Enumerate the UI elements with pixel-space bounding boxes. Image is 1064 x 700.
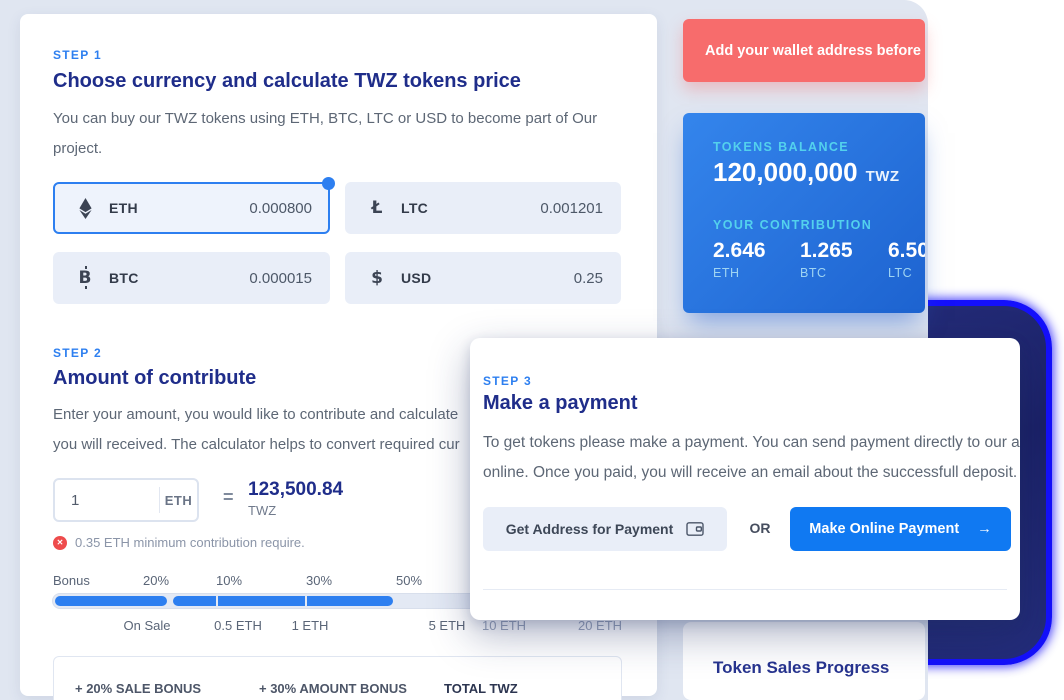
step3-title: Make a payment [483, 392, 638, 415]
eth-icon [74, 198, 96, 219]
get-address-button[interactable]: Get Address for Payment [483, 507, 727, 551]
equals-sign: = [223, 487, 234, 508]
bonus-percent-30: 30% [306, 573, 332, 588]
token-sales-progress-title: Token Sales Progress [713, 658, 889, 678]
step1-description-line1: You can buy our TWZ tokens using ETH, BT… [53, 110, 597, 127]
make-online-payment-label: Make Online Payment [809, 521, 959, 537]
wallet-icon [686, 521, 704, 537]
get-address-button-label: Get Address for Payment [506, 521, 674, 537]
bonus-percent-10: 10% [216, 573, 242, 588]
bonus-boundary-1eth: 1 ETH [292, 618, 329, 633]
bonus-boundary-5eth: 5 ETH [429, 618, 466, 633]
step2-label: STEP 2 [53, 346, 102, 360]
contribution-value: 1.265 [800, 239, 853, 263]
contribution-value: 2.646 [713, 239, 766, 263]
step2-title: Amount of contribute [53, 367, 256, 390]
bonus-percent-20: 20% [143, 573, 169, 588]
tokens-balance-value: 120,000,000 [713, 157, 858, 188]
your-contribution-label: YOUR CONTRIBUTION [713, 218, 872, 232]
conversion-result-value: 123,500.84 [248, 479, 343, 501]
amount-input[interactable] [55, 492, 159, 509]
contribution-eth: 2.646 ETH [713, 239, 766, 280]
currency-option-eth[interactable]: ETH 0.000800 [53, 182, 330, 234]
btc-icon: B [74, 268, 96, 288]
bonus-boundary-10eth: 10 ETH [482, 618, 526, 633]
contribution-value: 6.500 [888, 239, 925, 263]
currency-rate: 0.001201 [540, 200, 603, 217]
bonus-summary-box: + 20% SALE BONUS + 30% AMOUNT BONUS TOTA… [53, 656, 622, 700]
wallet-address-alert: Add your wallet address before bu [683, 19, 925, 82]
bonus-tick [216, 594, 218, 608]
currency-rate: 0.000800 [249, 200, 312, 217]
tokens-balance-row: 120,000,000 TWZ [713, 157, 900, 188]
bonus-boundary-on-sale: On Sale [124, 618, 171, 633]
alert-text: Add your wallet address before bu [705, 43, 925, 59]
currency-code: BTC [109, 270, 139, 286]
step3-divider [483, 589, 1007, 590]
tokens-balance-label: TOKENS BALANCE [713, 140, 849, 154]
contribution-currency: ETH [713, 266, 766, 280]
bonus-progress-fill-segment2 [173, 596, 393, 606]
ltc-icon: Ł [366, 198, 388, 218]
bonus-boundary-05eth: 0.5 ETH [214, 618, 262, 633]
contribution-currency: BTC [800, 266, 853, 280]
step1-title: Choose currency and calculate TWZ tokens… [53, 70, 521, 93]
currency-code: USD [401, 270, 431, 286]
step3-card: STEP 3 Make a payment To get tokens plea… [470, 338, 1020, 620]
contribution-currency: LTC [888, 266, 925, 280]
sale-bonus-label: + 20% SALE BONUS [75, 681, 201, 696]
step1-label: STEP 1 [53, 48, 102, 62]
error-icon: ✕ [53, 536, 67, 550]
step2-description-line2: you will received. The calculator helps … [53, 436, 460, 453]
amount-currency-suffix: ETH [160, 493, 197, 508]
step3-description-line2: online. Once you paid, you will receive … [483, 464, 1017, 482]
step1-description-line2: project. [53, 140, 102, 157]
currency-rate: 0.25 [574, 270, 603, 287]
make-online-payment-button[interactable]: Make Online Payment → [790, 507, 1011, 551]
currency-code: ETH [109, 200, 138, 216]
total-twz-label: TOTAL TWZ [444, 681, 518, 696]
bonus-boundary-20eth: 20 ETH [578, 618, 622, 633]
bonus-tick [305, 594, 307, 608]
page: STEP 1 Choose currency and calculate TWZ… [0, 0, 1064, 700]
error-text: 0.35 ETH minimum contribution require. [75, 535, 305, 550]
minimum-contribution-error: ✕ 0.35 ETH minimum contribution require. [53, 535, 305, 550]
step2-description-line1: Enter your amount, you would like to con… [53, 406, 458, 423]
amount-bonus-label: + 30% AMOUNT BONUS [259, 681, 407, 696]
currency-option-ltc[interactable]: Ł LTC 0.001201 [345, 182, 621, 234]
currency-option-usd[interactable]: $ USD 0.25 [345, 252, 621, 304]
token-sales-progress-card: Token Sales Progress [683, 622, 925, 700]
tokens-balance-unit: TWZ [866, 168, 900, 185]
contribution-ltc: 6.500 LTC [888, 239, 925, 280]
selected-dot [322, 177, 335, 190]
currency-rate: 0.000015 [249, 270, 312, 287]
contribution-btc: 1.265 BTC [800, 239, 853, 280]
step3-description-line1: To get tokens please make a payment. You… [483, 434, 1020, 452]
arrow-right-icon: → [977, 521, 992, 537]
bonus-percent-50: 50% [396, 573, 422, 588]
or-label: OR [745, 520, 775, 536]
conversion-result-unit: TWZ [248, 503, 276, 518]
currency-option-btc[interactable]: B BTC 0.000015 [53, 252, 330, 304]
tokens-balance-card: TOKENS BALANCE 120,000,000 TWZ YOUR CONT… [683, 113, 925, 313]
currency-code: LTC [401, 200, 428, 216]
step3-label: STEP 3 [483, 374, 532, 388]
usd-icon: $ [366, 268, 388, 288]
amount-input-box: ETH [53, 478, 199, 522]
bonus-label: Bonus [53, 573, 90, 588]
bonus-progress-fill-segment1 [55, 596, 167, 606]
